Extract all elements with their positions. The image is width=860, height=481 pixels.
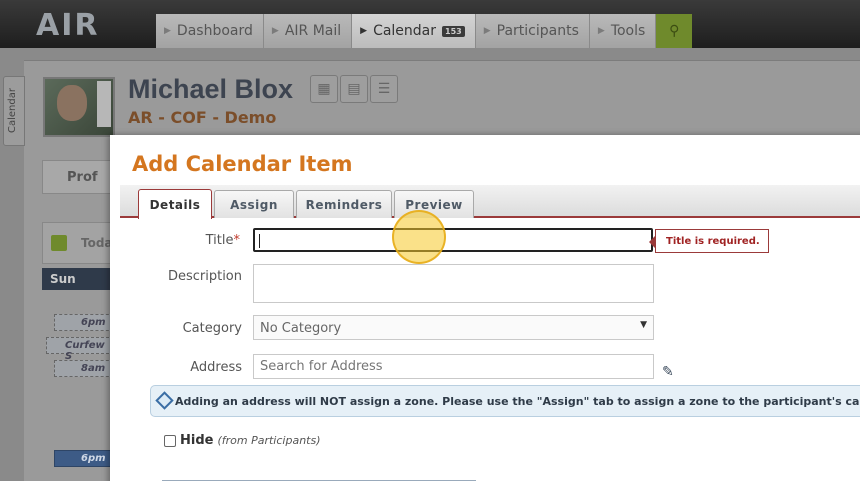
- description-textarea[interactable]: [253, 264, 654, 303]
- dropdown-arrow-icon: ▼: [640, 320, 647, 330]
- avatar-controls: [97, 81, 111, 127]
- required-marker: *: [233, 233, 241, 248]
- calendar-count-badge: 153: [442, 25, 465, 37]
- chevron-right-icon: ▶: [483, 26, 491, 36]
- event-time: 6pm: [81, 317, 106, 328]
- title-label: Title*: [130, 233, 240, 248]
- top-navigation-bar: AIR ▶ Dashboard ▶ AIR Mail ▶ Calendar 15…: [0, 0, 860, 48]
- address-search-input[interactable]: [253, 354, 654, 379]
- participant-name: Michael Blox: [128, 74, 294, 104]
- today-label: Toda: [81, 236, 113, 250]
- side-tab-label: Calendar: [7, 88, 18, 133]
- nav-tab-dashboard[interactable]: ▶ Dashboard: [156, 14, 264, 48]
- calendar-event[interactable]: 6pm: [54, 314, 114, 331]
- chevron-right-icon: ▶: [360, 26, 368, 36]
- nav-tab-participants[interactable]: ▶ Participants: [475, 14, 590, 48]
- description-label: Description: [167, 269, 242, 284]
- nav-tab-calendar[interactable]: ▶ Calendar 153: [352, 14, 476, 48]
- participant-org: AR - COF - Demo: [128, 108, 277, 127]
- event-time: 6pm: [81, 453, 106, 464]
- info-message: Adding an address will NOT assign a zone…: [175, 394, 860, 408]
- address-info-notice: Adding an address will NOT assign a zone…: [150, 385, 860, 417]
- search-icon: ⚲: [669, 23, 680, 39]
- app-logo: AIR: [36, 8, 100, 43]
- hide-checkbox[interactable]: [164, 434, 176, 447]
- chevron-right-icon: ▶: [597, 26, 605, 36]
- chevron-right-icon: ▶: [164, 26, 171, 36]
- calculator-icon: ▦: [317, 81, 331, 97]
- chevron-right-icon: ▶: [271, 26, 279, 36]
- dialog-title: Add Calendar Item: [132, 152, 353, 176]
- main-nav: ▶ Dashboard ▶ AIR Mail ▶ Calendar 153 ▶ …: [156, 14, 693, 48]
- document-button[interactable]: ▤: [340, 75, 368, 103]
- add-calendar-item-dialog: Add Calendar Item Details Assign Reminde…: [110, 135, 860, 481]
- tab-assign[interactable]: Assign: [214, 190, 294, 218]
- nav-tab-tools[interactable]: ▶ Tools: [589, 14, 657, 48]
- nav-tab-label: Calendar: [373, 23, 437, 39]
- title-input[interactable]: [253, 228, 653, 252]
- click-indicator: [392, 210, 446, 264]
- nav-tab-air-mail[interactable]: ▶ AIR Mail: [263, 14, 353, 48]
- category-select[interactable]: No Category ▼: [253, 315, 654, 340]
- category-selected-value: No Category: [260, 321, 342, 336]
- menu-icon: ☰: [377, 81, 391, 97]
- title-error-tooltip: Title is required.: [649, 229, 769, 253]
- avatar-photo: [57, 85, 87, 121]
- event-time: 8am: [81, 363, 106, 374]
- menu-button[interactable]: ☰: [370, 75, 398, 103]
- nav-tab-label: Tools: [610, 23, 646, 39]
- profile-action-buttons: ▦ ▤ ☰: [310, 75, 398, 103]
- calendar-event[interactable]: Curfew S: [46, 337, 114, 362]
- category-label: Category: [182, 321, 242, 336]
- avatar: [43, 77, 115, 137]
- calculator-button[interactable]: ▦: [310, 75, 338, 103]
- search-button[interactable]: ⚲: [656, 14, 693, 48]
- day-header: Sun: [42, 268, 112, 290]
- nav-tab-label: AIR Mail: [284, 23, 342, 39]
- nav-tab-label: Participants: [496, 23, 579, 39]
- info-diamond-icon: [155, 391, 174, 410]
- document-icon: ▤: [347, 81, 361, 97]
- pencil-icon[interactable]: ✎: [662, 364, 674, 380]
- hide-note: (from Participants): [217, 434, 321, 447]
- tab-reminders[interactable]: Reminders: [296, 190, 392, 218]
- arrow-left-icon: [51, 235, 67, 251]
- hide-label: Hide: [180, 433, 214, 448]
- title-label-text: Title: [205, 233, 234, 248]
- profile-tab-label: Prof: [67, 169, 98, 185]
- calendar-event[interactable]: 8am: [54, 360, 114, 377]
- nav-tab-label: Dashboard: [176, 23, 253, 39]
- tab-details[interactable]: Details: [138, 189, 212, 219]
- address-label: Address: [190, 360, 242, 375]
- text-caret: [259, 234, 260, 248]
- hide-option: Hide (from Participants): [164, 433, 321, 448]
- dialog-tab-bar: Details Assign Reminders Preview: [120, 185, 860, 219]
- side-tab-calendar[interactable]: Calendar: [3, 76, 25, 146]
- calendar-event[interactable]: 6pm: [54, 450, 114, 467]
